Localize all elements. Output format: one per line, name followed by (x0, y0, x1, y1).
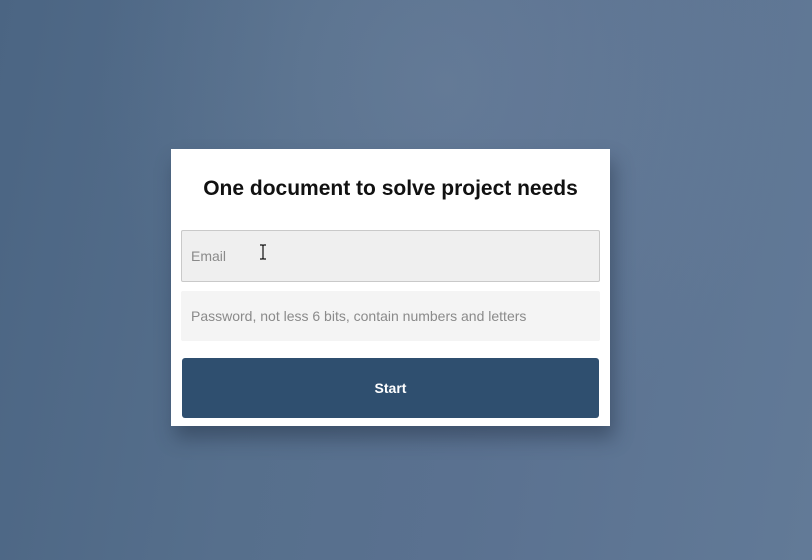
page-title: One document to solve project needs (203, 177, 578, 200)
login-card: One document to solve project needs Star… (171, 149, 610, 426)
password-field[interactable] (181, 291, 600, 341)
text-cursor-icon (260, 244, 266, 260)
email-field[interactable] (181, 230, 600, 282)
start-button[interactable]: Start (182, 358, 599, 418)
